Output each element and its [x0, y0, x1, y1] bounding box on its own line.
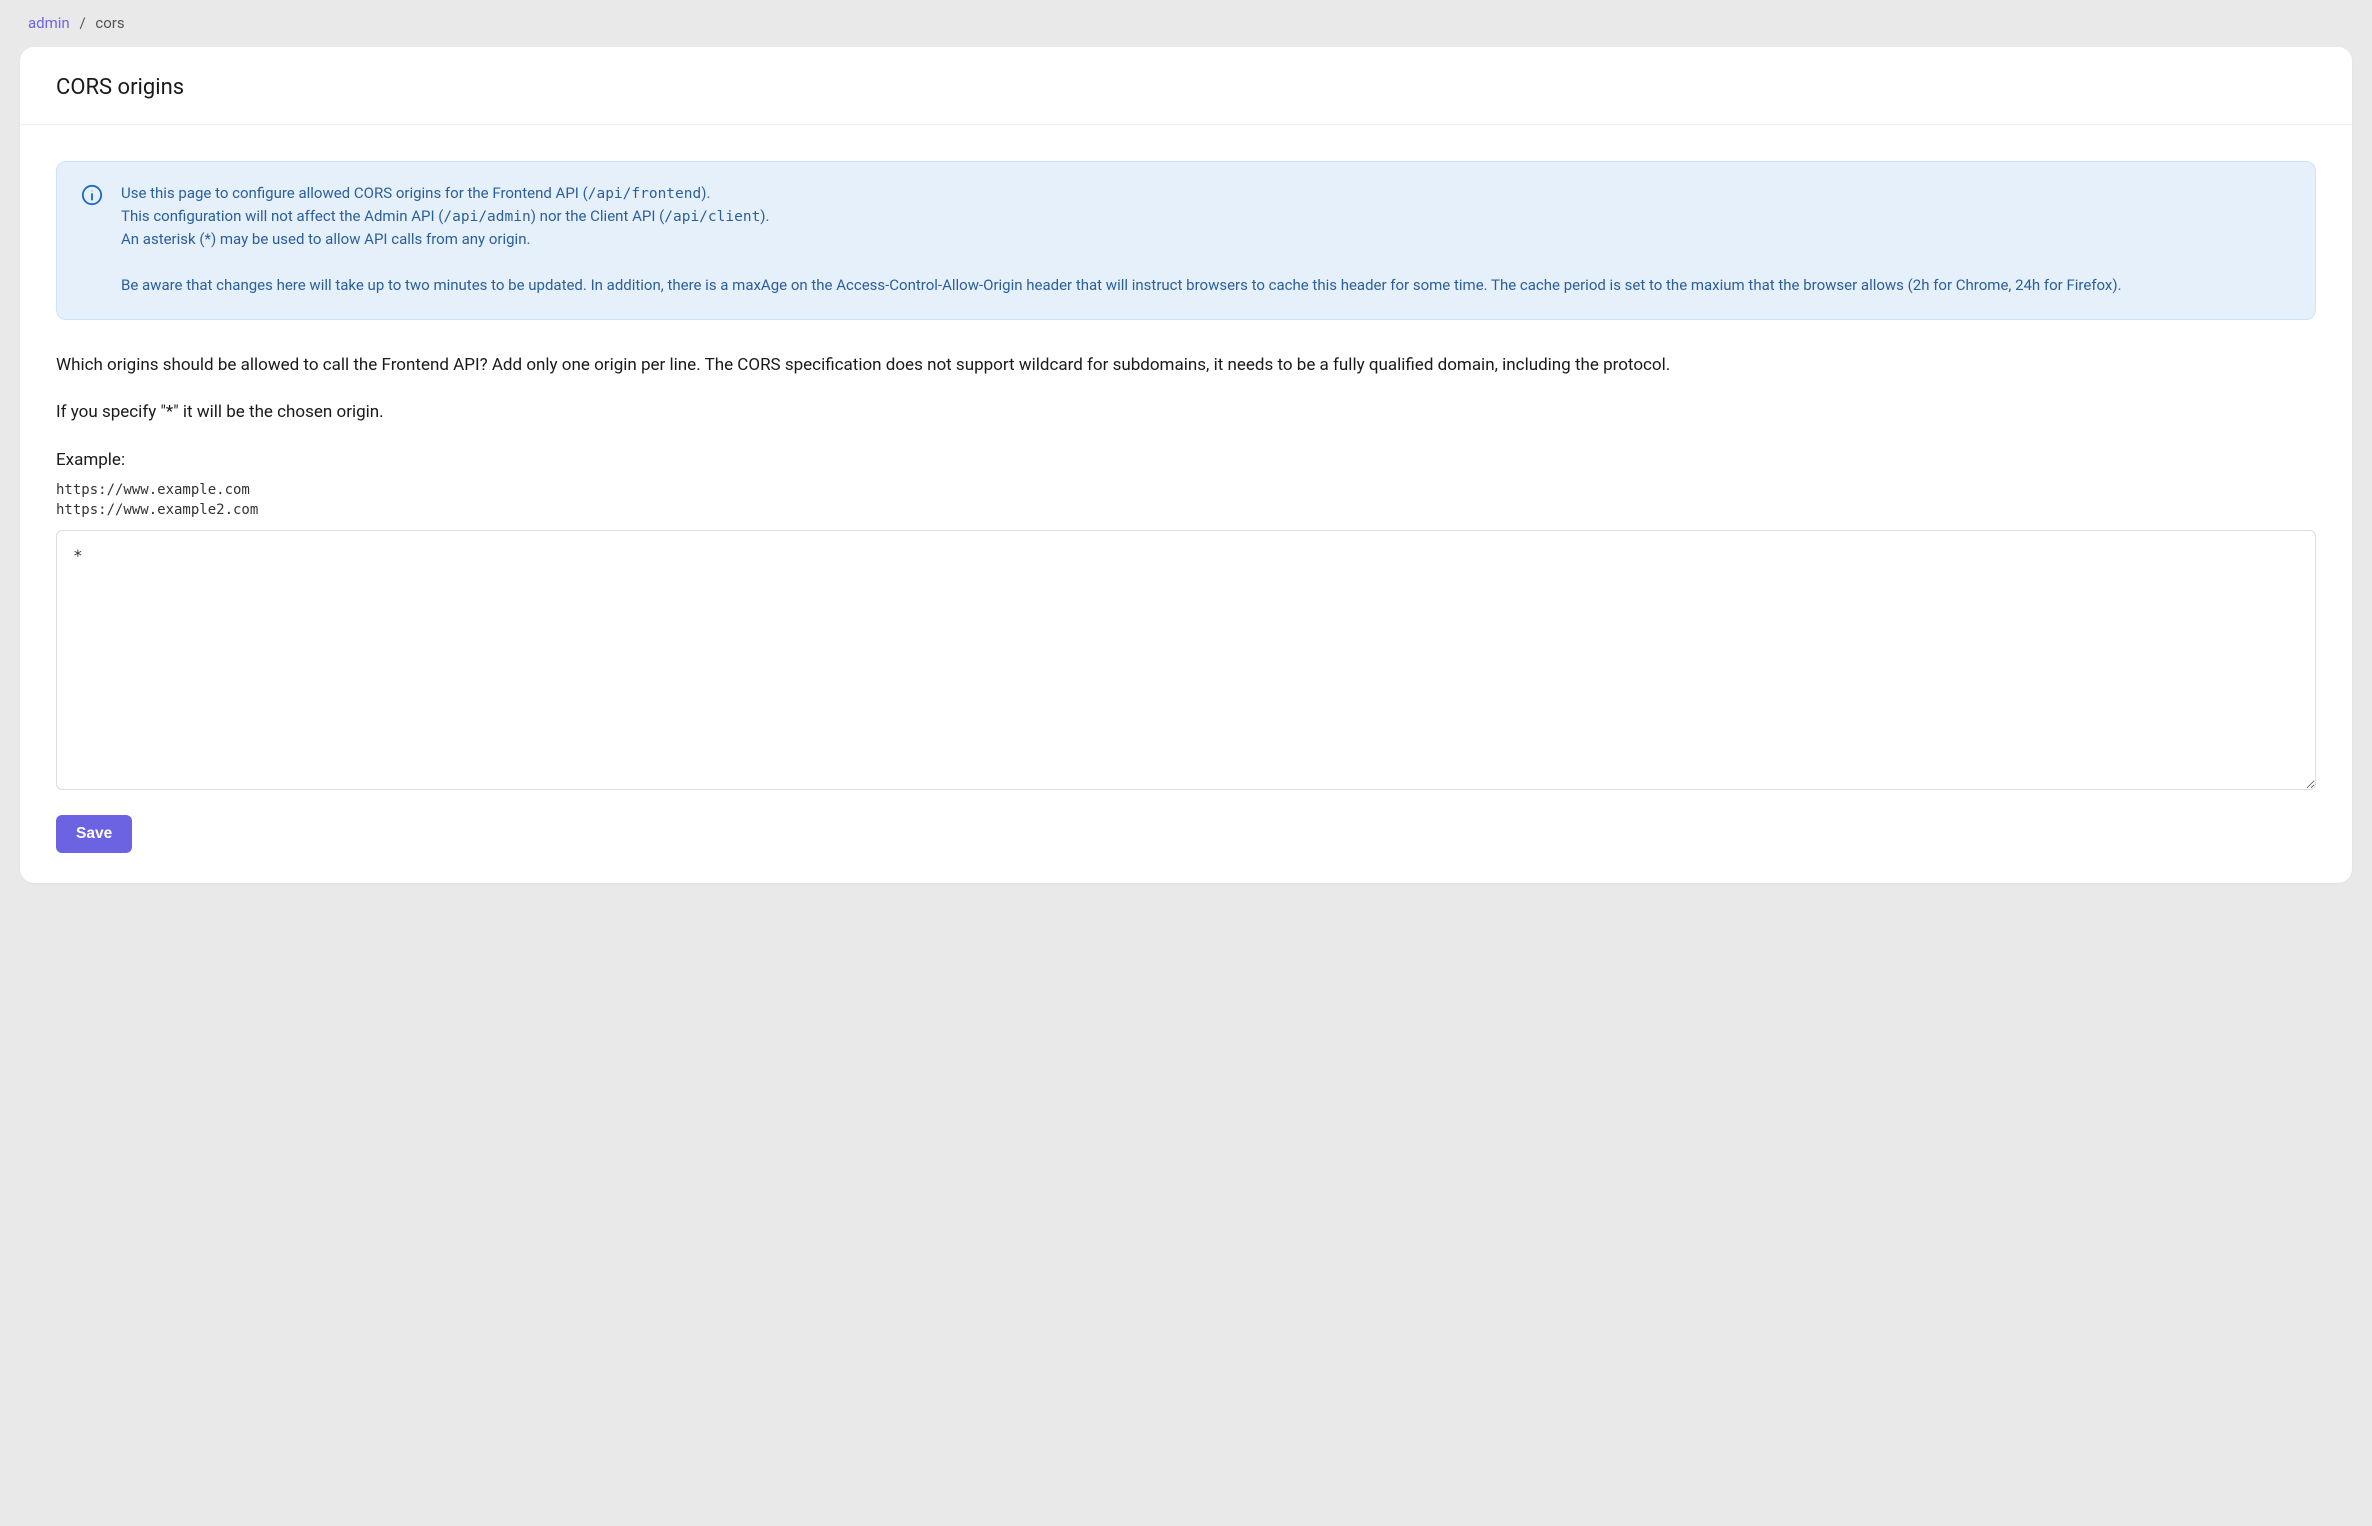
alert-line2-part3: ).: [760, 207, 769, 225]
alert-line2-part2: ) nor the Client API (: [531, 207, 665, 225]
alert-line4: Be aware that changes here will take up …: [121, 274, 2122, 297]
alert-line2-code1: /api/admin: [443, 209, 530, 225]
breadcrumb-separator: /: [79, 14, 85, 32]
info-icon: [81, 184, 103, 206]
page-title: CORS origins: [56, 71, 2316, 104]
asterisk-note: If you specify "*" it will be the chosen…: [56, 400, 2316, 426]
example-code: https://www.example.com https://www.exam…: [56, 481, 2316, 520]
alert-line1-code: /api/frontend: [588, 186, 702, 202]
breadcrumb-current: cors: [95, 14, 124, 32]
info-alert-content: Use this page to configure allowed CORS …: [121, 182, 2122, 297]
cors-card: CORS origins Use this page to configure …: [20, 47, 2352, 883]
cors-origins-textarea[interactable]: [56, 530, 2316, 790]
alert-line3: An asterisk (*) may be used to allow API…: [121, 228, 2122, 251]
breadcrumb: admin / cors: [20, 0, 2352, 47]
alert-line2-code2: /api/client: [664, 209, 760, 225]
info-alert: Use this page to configure allowed CORS …: [56, 161, 2316, 320]
alert-line2-part1: This configuration will not affect the A…: [121, 207, 443, 225]
example-label: Example:: [56, 448, 2316, 474]
alert-line1-part2: ).: [701, 184, 710, 202]
alert-line1-part1: Use this page to configure allowed CORS …: [121, 184, 588, 202]
card-header: CORS origins: [20, 47, 2352, 125]
instructions-text: Which origins should be allowed to call …: [56, 352, 2316, 378]
save-button[interactable]: Save: [56, 815, 132, 853]
breadcrumb-link-admin[interactable]: admin: [28, 14, 70, 32]
card-body: Use this page to configure allowed CORS …: [20, 125, 2352, 883]
